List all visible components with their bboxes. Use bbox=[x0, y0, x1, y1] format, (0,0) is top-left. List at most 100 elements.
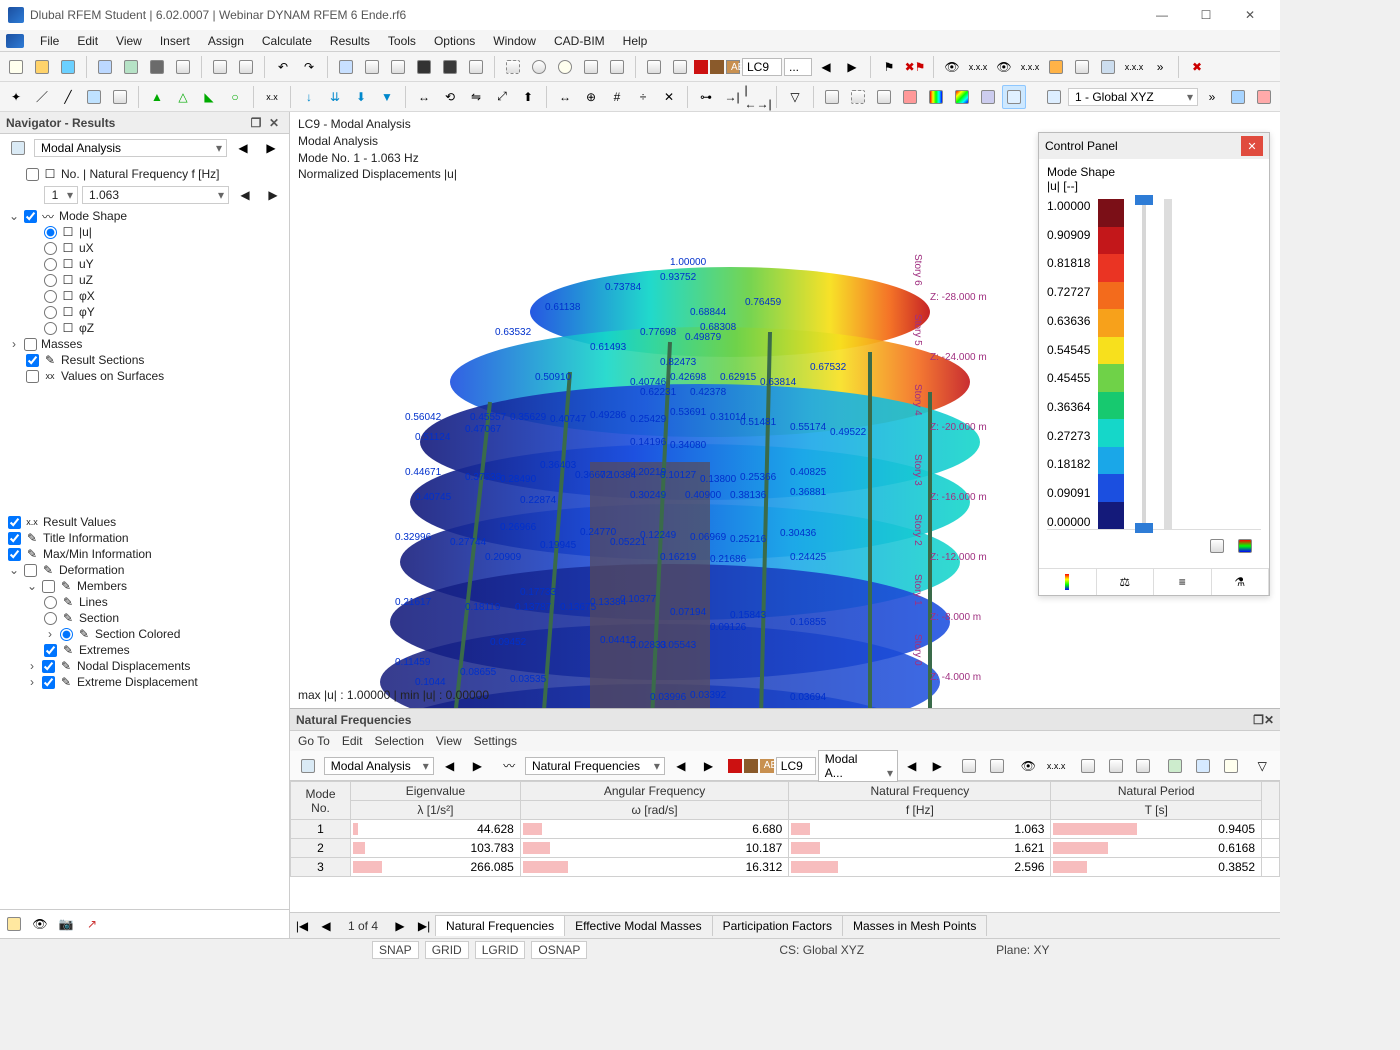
dim2-icon[interactable]: x.x.x bbox=[1018, 55, 1042, 79]
select-arrow-icon[interactable] bbox=[579, 55, 603, 79]
script-icon[interactable] bbox=[438, 55, 462, 79]
nav-masses-check[interactable] bbox=[24, 338, 37, 351]
bp-tbl1-icon[interactable] bbox=[1076, 754, 1100, 778]
nav-freq-row[interactable]: ☐ No. | Natural Frequency f [Hz] bbox=[0, 166, 289, 182]
bp-lcnext-icon[interactable]: ▶ bbox=[926, 754, 950, 778]
nav-prev-icon[interactable]: ◀ bbox=[231, 136, 255, 160]
member-icon[interactable]: ╱ bbox=[56, 85, 80, 109]
nav-deformation-row[interactable]: ⌄ ✎ Deformation bbox=[0, 562, 289, 578]
bp-export2-icon[interactable] bbox=[1219, 754, 1243, 778]
menu-results[interactable]: Results bbox=[322, 32, 378, 50]
save-icon[interactable] bbox=[145, 55, 169, 79]
minimize-button[interactable]: — bbox=[1140, 1, 1184, 29]
maximize-button[interactable]: ☐ bbox=[1184, 1, 1228, 29]
nav-valuesurfaces-row[interactable]: xx Values on Surfaces bbox=[0, 368, 289, 384]
nav-resultvalues-check[interactable] bbox=[8, 516, 21, 529]
rotate-icon[interactable]: ⟲ bbox=[438, 85, 462, 109]
bp-combo1[interactable]: Modal Analysis bbox=[324, 757, 434, 775]
cp-tab-legend-icon[interactable] bbox=[1039, 569, 1097, 595]
nav-resultsections-check[interactable] bbox=[26, 354, 39, 367]
number-icon[interactable]: # bbox=[605, 85, 629, 109]
connect-icon[interactable]: ⊶ bbox=[694, 85, 718, 109]
curve-icon[interactable] bbox=[1096, 55, 1120, 79]
status-grid[interactable]: GRID bbox=[425, 941, 469, 959]
nav-maxmin-row[interactable]: ✎ Max/Min Information bbox=[0, 546, 289, 562]
bp-export-icon[interactable] bbox=[1163, 754, 1187, 778]
nav-deformation-check[interactable] bbox=[24, 564, 37, 577]
nav-extremes-check[interactable] bbox=[44, 644, 57, 657]
bp-lcprev-icon[interactable]: ◀ bbox=[900, 754, 924, 778]
viewport-3d[interactable]: LC9 - Modal Analysis Modal Analysis Mode… bbox=[290, 112, 1280, 708]
bp-next1-icon[interactable]: ▶ bbox=[465, 754, 489, 778]
refresh-icon[interactable] bbox=[56, 55, 80, 79]
surface-icon[interactable] bbox=[82, 85, 106, 109]
bp-selection[interactable]: Selection bbox=[375, 734, 424, 748]
new-icon[interactable] bbox=[4, 55, 28, 79]
help2-icon[interactable] bbox=[1252, 85, 1276, 109]
def-icon[interactable] bbox=[1002, 85, 1026, 109]
select-lasso-icon[interactable] bbox=[527, 55, 551, 79]
bp-eye-icon[interactable]: 👁 bbox=[1017, 754, 1041, 778]
nav-freq-check[interactable] bbox=[26, 168, 39, 181]
menu-edit[interactable]: Edit bbox=[69, 32, 106, 50]
nav-u-option[interactable]: ☐uY bbox=[0, 256, 289, 272]
bp-tab-meshmass[interactable]: Masses in Mesh Points bbox=[842, 915, 987, 936]
nav-maxmin-check[interactable] bbox=[8, 548, 21, 561]
u-radio[interactable] bbox=[44, 226, 57, 239]
hinge-icon[interactable]: ○ bbox=[223, 85, 247, 109]
lc-field[interactable]: LC9 bbox=[742, 58, 782, 76]
cp-close-icon[interactable]: ✕ bbox=[1241, 136, 1263, 156]
cp-tab-filter-icon[interactable]: ⚗ bbox=[1212, 569, 1270, 595]
move-icon[interactable]: ↔ bbox=[412, 85, 436, 109]
align-right-icon[interactable] bbox=[668, 55, 692, 79]
nav-freq-val[interactable]: 1.063 bbox=[82, 186, 229, 204]
menu-window[interactable]: Window bbox=[485, 32, 544, 50]
undo-icon[interactable]: ↶ bbox=[271, 55, 295, 79]
status-lgrid[interactable]: LGRID bbox=[475, 941, 526, 959]
slider-thumb-top[interactable] bbox=[1135, 195, 1153, 205]
menu-insert[interactable]: Insert bbox=[152, 32, 198, 50]
status-osnap[interactable]: OSNAP bbox=[531, 941, 587, 959]
nav-lines-radio[interactable] bbox=[44, 596, 57, 609]
close-button[interactable]: ✕ bbox=[1228, 1, 1272, 29]
intersect-icon[interactable]: ✕ bbox=[657, 85, 681, 109]
scale-icon[interactable]: ⤢ bbox=[490, 85, 514, 109]
bp-next2-icon[interactable]: ▶ bbox=[697, 754, 721, 778]
nav-tab4-icon[interactable]: ↗ bbox=[80, 912, 104, 936]
redo-icon[interactable]: ↷ bbox=[297, 55, 321, 79]
copy-icon[interactable] bbox=[208, 55, 232, 79]
bp-lc[interactable]: AE LC9 Modal A... ◀ ▶ bbox=[728, 750, 949, 782]
divide-icon[interactable]: ÷ bbox=[631, 85, 655, 109]
table-row[interactable]: 3 266.085 16.312 2.596 0.3852 bbox=[291, 858, 1280, 877]
menu-options[interactable]: Options bbox=[426, 32, 483, 50]
nav-freq-next-icon[interactable]: ▶ bbox=[261, 183, 285, 207]
nav-filter-icon[interactable] bbox=[6, 136, 30, 160]
expand-icon[interactable]: » bbox=[1200, 85, 1224, 109]
opening-icon[interactable] bbox=[108, 85, 132, 109]
menu-file[interactable]: File bbox=[32, 32, 67, 50]
legend-slider[interactable] bbox=[1132, 199, 1156, 529]
nav-valuesurfaces-check[interactable] bbox=[26, 370, 39, 383]
nav-extremedisp-check[interactable] bbox=[42, 676, 55, 689]
nav-tab3-icon[interactable]: 📷 bbox=[54, 912, 78, 936]
nav-u-option[interactable]: ☐φX bbox=[0, 288, 289, 304]
nav-tab2-icon[interactable]: 👁 bbox=[28, 912, 52, 936]
plot2-icon[interactable] bbox=[846, 85, 870, 109]
iso-icon[interactable] bbox=[950, 85, 974, 109]
nav-sectioncolored-radio[interactable] bbox=[60, 628, 73, 641]
print-icon[interactable] bbox=[171, 55, 195, 79]
menu-cadbim[interactable]: CAD-BIM bbox=[546, 32, 613, 50]
nav-nodaldisp-check[interactable] bbox=[42, 660, 55, 673]
line-icon[interactable]: ／ bbox=[30, 85, 54, 109]
tile-icon[interactable] bbox=[1044, 55, 1068, 79]
lc-extra[interactable]: ... bbox=[784, 58, 812, 76]
nav-tab1-icon[interactable] bbox=[2, 912, 26, 936]
lc-next-icon[interactable]: ▶ bbox=[840, 55, 864, 79]
flag-icon[interactable]: ⚑ bbox=[877, 55, 901, 79]
status-snap[interactable]: SNAP bbox=[372, 941, 419, 959]
bp-tbl2-icon[interactable] bbox=[1104, 754, 1128, 778]
block-icon[interactable] bbox=[93, 55, 117, 79]
align-left-icon[interactable] bbox=[642, 55, 666, 79]
contour-icon[interactable] bbox=[924, 85, 948, 109]
grid-icon[interactable] bbox=[360, 55, 384, 79]
